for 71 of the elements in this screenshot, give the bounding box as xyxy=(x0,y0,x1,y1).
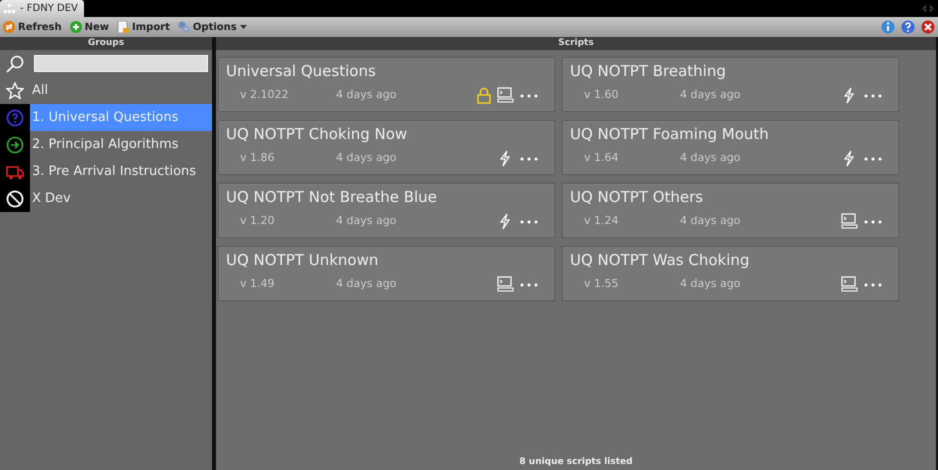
script-name: UQ NOTPT Was Choking xyxy=(570,250,750,270)
more-icon[interactable] xyxy=(864,282,882,286)
toolbar-button[interactable]: Import xyxy=(117,20,170,34)
script-card[interactable]: UQ NOTPT Foaming Mouth v 1.64 4 days ago xyxy=(562,120,899,175)
group-item[interactable]: 3. Pre Arrival Instructions xyxy=(30,158,212,185)
script-card[interactable]: UQ NOTPT Others v 1.24 4 days ago xyxy=(562,183,899,238)
question-icon xyxy=(6,108,24,126)
star-icon xyxy=(6,82,24,100)
terminal-icon xyxy=(841,213,858,230)
more-icon[interactable] xyxy=(864,220,882,224)
status-text: 8 unique scripts listed xyxy=(518,456,634,468)
document-icon xyxy=(117,21,130,33)
plus-icon xyxy=(70,21,82,33)
updated-text: 4 days ago xyxy=(336,276,396,292)
more-icon[interactable] xyxy=(864,94,882,98)
script-card[interactable]: UQ NOTPT Not Breathe Blue v 1.20 4 days ago xyxy=(218,183,555,238)
more-icon[interactable] xyxy=(520,282,538,286)
script-card[interactable]: UQ NOTPT Unknown v 1.49 4 days ago xyxy=(218,246,555,301)
panel-header: Scripts xyxy=(216,37,936,50)
version-text: v 1.55 xyxy=(583,276,620,292)
group-item[interactable]: 2. Principal Algorithms xyxy=(30,131,212,158)
updated-text: 4 days ago xyxy=(336,213,396,230)
script-card[interactable]: UQ NOTPT Breathing v 1.60 4 days ago xyxy=(562,57,899,112)
version-text: v 1.64 xyxy=(583,150,620,166)
more-icon[interactable] xyxy=(520,156,538,160)
script-card[interactable]: UQ NOTPT Choking Now v 1.86 4 days ago xyxy=(218,120,555,175)
script-card[interactable]: UQ NOTPT Was Choking v 1.55 4 days ago xyxy=(562,246,899,301)
script-card[interactable]: Universal Questions v 2.1022 4 days ago xyxy=(218,57,555,112)
terminal-icon xyxy=(841,276,858,293)
version-text: v 1.49 xyxy=(239,276,276,292)
version-text: v 1.24 xyxy=(583,213,620,230)
updated-text: 4 days ago xyxy=(680,87,740,104)
toolbar-button[interactable]: Refresh xyxy=(3,20,62,34)
script-name: UQ NOTPT Unknown xyxy=(226,250,380,270)
updated-text: 4 days ago xyxy=(336,150,396,166)
script-name: Universal Questions xyxy=(226,61,377,81)
version-text: v 2.1022 xyxy=(239,87,290,104)
more-icon[interactable] xyxy=(520,94,538,98)
version-text: v 1.86 xyxy=(239,150,276,166)
close-icon[interactable] xyxy=(921,20,935,34)
search-field[interactable] xyxy=(34,55,208,72)
gears-icon xyxy=(178,21,190,33)
updated-text: 4 days ago xyxy=(336,87,396,104)
window-tab[interactable]: - FDNY DEV xyxy=(0,0,84,17)
script-name: UQ NOTPT Not Breathe Blue xyxy=(226,187,438,207)
terminal-icon xyxy=(497,87,514,104)
refresh-icon xyxy=(3,21,15,33)
arrow-circle-icon xyxy=(6,136,24,154)
updated-text: 4 days ago xyxy=(680,150,740,166)
updated-text: 4 days ago xyxy=(680,213,740,230)
script-name: UQ NOTPT Others xyxy=(570,187,704,207)
version-text: v 1.20 xyxy=(239,213,276,230)
script-name: UQ NOTPT Breathing xyxy=(570,61,727,81)
help-icon[interactable] xyxy=(901,20,915,34)
more-icon[interactable] xyxy=(864,156,882,160)
group-item[interactable]: X Dev xyxy=(30,185,212,212)
terminal-icon xyxy=(497,276,514,293)
group-item[interactable]: 1. Universal Questions xyxy=(30,104,212,131)
options-menu[interactable]: Options xyxy=(178,20,247,34)
updated-text: 4 days ago xyxy=(680,276,740,292)
toolbar-button[interactable]: New xyxy=(70,20,110,34)
script-name: UQ NOTPT Choking Now xyxy=(226,124,408,144)
group-item[interactable]: All xyxy=(30,77,212,104)
sitemap-icon xyxy=(4,4,15,13)
panel-header: Groups xyxy=(0,37,212,50)
search-icon xyxy=(6,54,24,72)
script-name: UQ NOTPT Foaming Mouth xyxy=(570,124,770,144)
ban-icon xyxy=(6,190,24,208)
version-text: v 1.60 xyxy=(583,87,620,104)
more-icon[interactable] xyxy=(520,220,538,224)
info-icon[interactable] xyxy=(881,20,895,34)
